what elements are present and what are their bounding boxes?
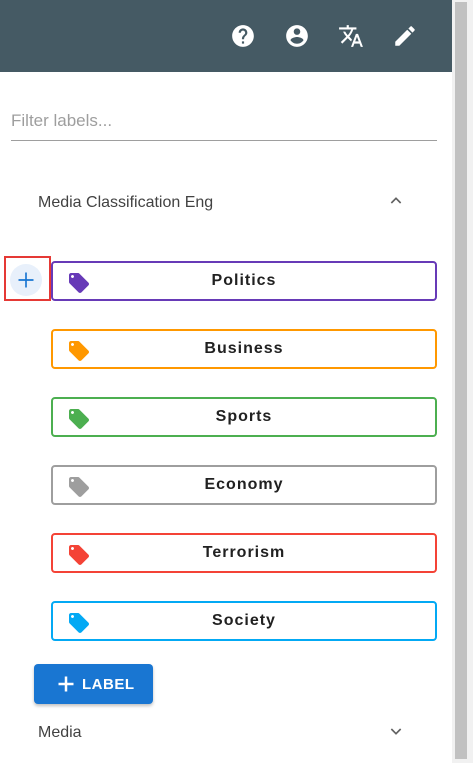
label-chip-economy[interactable]: Economy	[51, 465, 437, 505]
filter-field	[11, 104, 437, 141]
group-title: Media	[38, 724, 82, 741]
add-label-inline-button[interactable]	[10, 264, 42, 296]
help-icon[interactable]	[230, 23, 256, 49]
label-name: Politics	[211, 272, 277, 289]
group-title: Media Classification Eng	[38, 194, 214, 211]
label-name: Terrorism	[202, 544, 286, 561]
scrollbar-thumb[interactable]	[455, 2, 467, 759]
add-label-button[interactable]: LABEL	[34, 664, 153, 704]
top-toolbar	[0, 0, 452, 72]
group-header-media-classification-eng[interactable]: Media Classification Eng	[38, 190, 438, 218]
edit-icon[interactable]	[392, 23, 418, 49]
account-icon[interactable]	[284, 23, 310, 49]
plus-icon	[18, 272, 34, 288]
chevron-down-icon[interactable]	[388, 723, 404, 739]
label-chip-business[interactable]: Business	[51, 329, 437, 369]
label-name: Sports	[215, 408, 273, 425]
label-chip-terrorism[interactable]: Terrorism	[51, 533, 437, 573]
plus-icon	[58, 676, 74, 692]
label-name: Economy	[204, 476, 284, 493]
label-name: Business	[204, 340, 284, 357]
label-chip-sports[interactable]: Sports	[51, 397, 437, 437]
label-chip-politics[interactable]: Politics	[51, 261, 437, 301]
add-label-button-text: LABEL	[82, 676, 135, 693]
chevron-up-icon[interactable]	[388, 193, 404, 209]
translate-icon[interactable]	[338, 23, 364, 49]
label-name: Society	[212, 612, 276, 629]
group-header-media[interactable]: Media	[38, 720, 438, 748]
label-chip-society[interactable]: Society	[51, 601, 437, 641]
filter-input[interactable]	[11, 104, 437, 138]
